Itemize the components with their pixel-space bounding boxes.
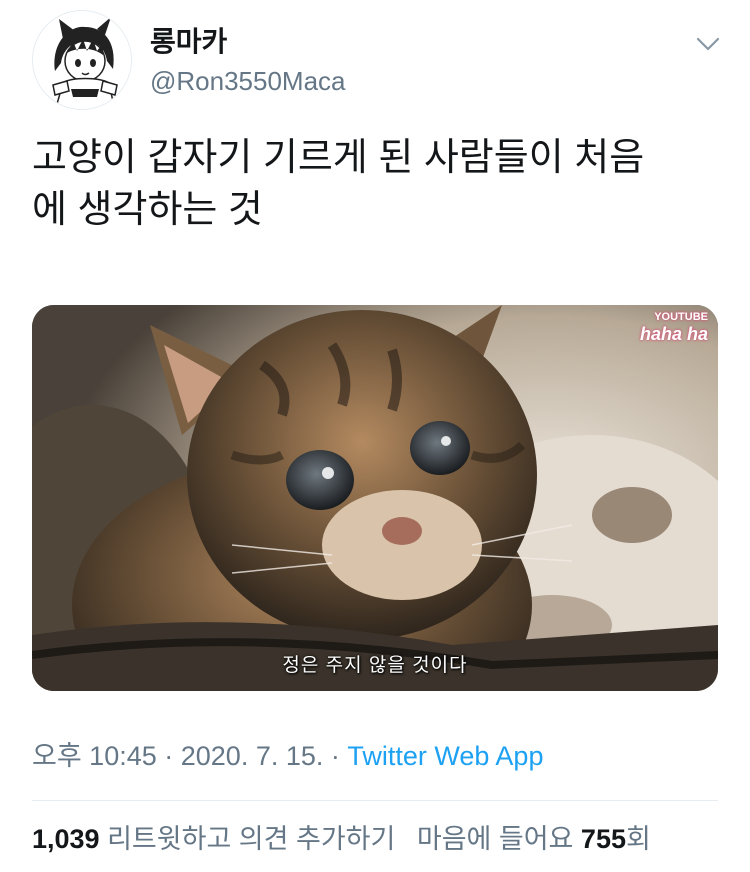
kitten-photo	[32, 305, 718, 691]
video-subtitle: 정은 주지 않을 것이다	[282, 655, 468, 676]
likes-suffix: 회	[625, 824, 651, 854]
meta-separator: ·	[323, 741, 348, 771]
watermark-top: YOUTUBE	[654, 311, 708, 323]
watermark: YOUTUBE haha ha	[640, 311, 708, 344]
watermark-bottom: haha ha	[639, 324, 708, 344]
tweet-meta: 오후 10:45 · 2020. 7. 15. · Twitter Web Ap…	[32, 738, 543, 774]
tweet-text: 고양이 갑자기 기르게 된 사람들이 처음 에 생각하는 것	[32, 137, 645, 231]
retweets-label[interactable]: 리트윗하고 의견 추가하기	[107, 824, 395, 854]
likes-label[interactable]: 마음에 들어요	[417, 824, 574, 854]
avatar[interactable]	[32, 10, 132, 110]
tweet-media[interactable]: YOUTUBE haha ha 정은 주지 않을 것이다	[32, 305, 718, 691]
user-handle[interactable]: @Ron3550Maca	[150, 64, 346, 98]
tweet-source-link[interactable]: Twitter Web App	[347, 741, 543, 771]
anime-avatar-icon	[33, 11, 131, 109]
tweet-time[interactable]: 오후 10:45	[32, 741, 157, 771]
tweet-date[interactable]: 2020. 7. 15.	[181, 741, 324, 771]
display-name[interactable]: 롱마카	[150, 24, 346, 60]
user-names: 롱마카 @Ron3550Maca	[150, 24, 346, 98]
meta-separator: ·	[156, 741, 181, 771]
tweet-header: 롱마카 @Ron3550Maca	[32, 10, 722, 110]
retweets-count[interactable]: 1,039	[32, 824, 100, 854]
likes-count[interactable]: 755	[581, 824, 626, 854]
chevron-down-icon[interactable]	[694, 30, 722, 58]
tweet-stats: 1,039 리트윗하고 의견 추가하기 마음에 들어요 755회	[32, 820, 651, 858]
divider	[32, 800, 718, 801]
